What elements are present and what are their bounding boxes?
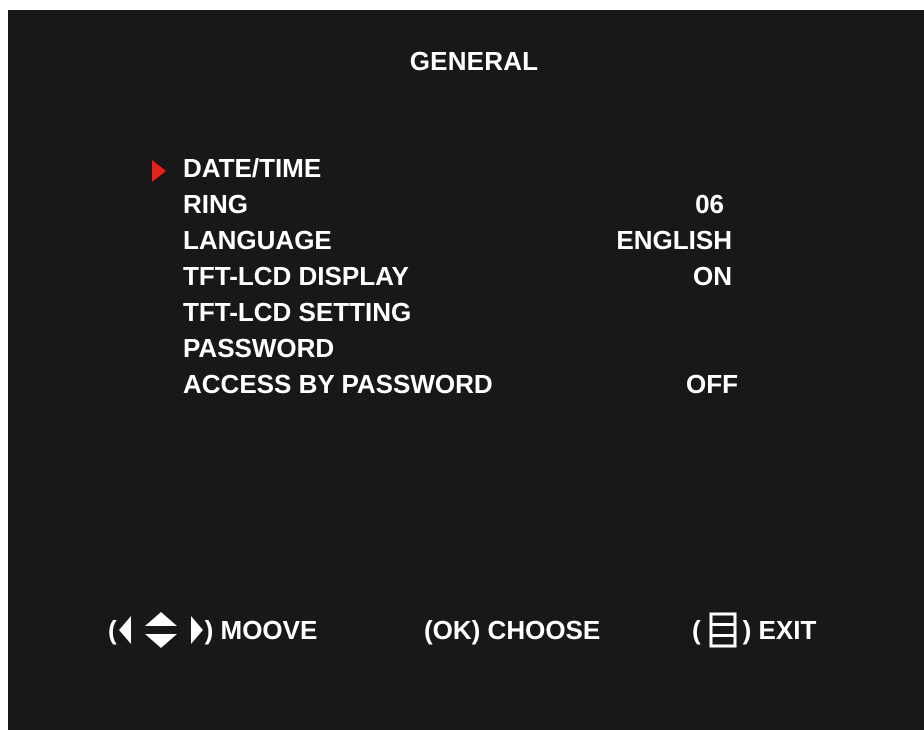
menu-item-label: ACCESS BY PASSWORD — [183, 369, 493, 399]
menu-item-label: PASSWORD — [183, 333, 335, 363]
menu-item-ring[interactable]: RING 06 — [8, 186, 924, 222]
osd-screen: GENERAL DATE/TIME RING 06 LANGUAGE ENGLI… — [8, 10, 924, 730]
menu-item-label: TFT-LCD SETTING — [183, 297, 412, 327]
move-hint-open: ( — [108, 615, 117, 645]
menu-item-value: ENGLISH — [616, 225, 732, 255]
exit-hint-open: ( — [692, 615, 701, 645]
menu-item-label: LANGUAGE — [183, 225, 332, 255]
menu-item-label: TFT-LCD DISPLAY — [183, 261, 409, 291]
menu-item-label: DATE/TIME — [183, 153, 322, 183]
exit-hint: ( ) EXIT — [692, 610, 816, 650]
choose-hint: (OK) CHOOSE — [424, 610, 600, 650]
menu-item-value: 06 — [695, 189, 724, 219]
menu-item-date-time[interactable]: DATE/TIME — [8, 150, 924, 186]
move-hint-label: ) MOOVE — [204, 615, 318, 645]
exit-hint-label: ) EXIT — [742, 615, 817, 645]
page-title: GENERAL — [409, 46, 539, 76]
move-hint: ( ) MOOVE — [108, 610, 317, 650]
menu-item-language[interactable]: LANGUAGE ENGLISH — [8, 222, 924, 258]
menu-item-tft-lcd-setting[interactable]: TFT-LCD SETTING — [8, 294, 924, 330]
choose-hint-label: (OK) CHOOSE — [424, 615, 601, 645]
menu-item-value: ON — [693, 261, 732, 291]
key-hints-bar: ( ) MOOVE (OK) CHOOSE ( ) EXIT — [8, 610, 924, 650]
menu-item-password[interactable]: PASSWORD — [8, 330, 924, 366]
menu-icon — [709, 612, 737, 648]
direction-arrows-icon — [118, 612, 203, 648]
selection-cursor-icon — [152, 160, 166, 182]
menu-item-tft-lcd-display[interactable]: TFT-LCD DISPLAY ON — [8, 258, 924, 294]
menu-item-label: RING — [183, 189, 248, 219]
menu-item-value: OFF — [686, 369, 738, 399]
menu-item-access-by-password[interactable]: ACCESS BY PASSWORD OFF — [8, 366, 924, 402]
